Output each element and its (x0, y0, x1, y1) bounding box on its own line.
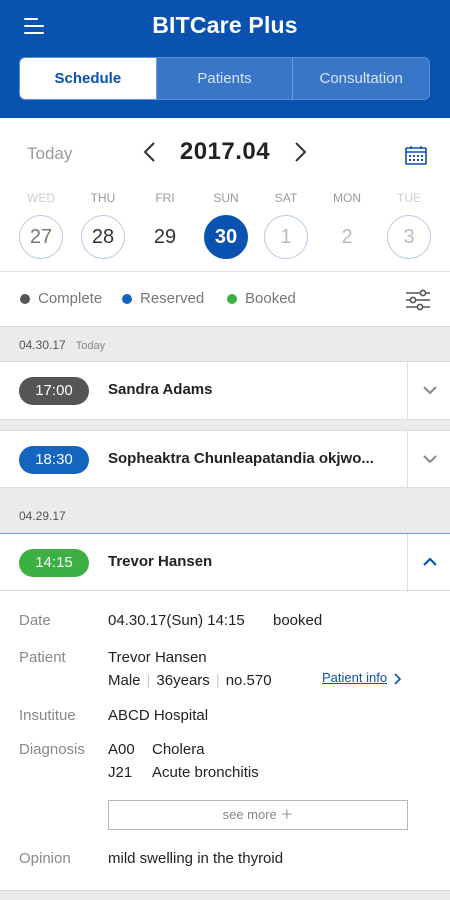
calendar-icon[interactable] (405, 145, 427, 165)
section-date-sub: Today (75, 340, 106, 352)
day-of-week: TUE (397, 191, 421, 205)
chevron-right-icon[interactable] (393, 672, 402, 690)
app-title: BITCare Plus (152, 12, 298, 38)
day-of-week: SUN (213, 191, 239, 205)
appointment-patient-name: Trevor Hansen (108, 553, 213, 570)
legend-label: Complete (38, 290, 103, 307)
expand-chevron-down-icon[interactable] (407, 431, 450, 489)
status-legend: Complete Reserved Booked (0, 272, 450, 326)
legend-booked: Booked (227, 290, 296, 307)
today-button[interactable]: Today (27, 144, 72, 164)
day-sat-1[interactable]: SAT 1 (258, 190, 314, 259)
expand-chevron-down-icon[interactable] (407, 362, 450, 420)
bottom-divider (0, 890, 450, 900)
diagnosis-description: Acute bronchitis (152, 764, 259, 781)
patient-number: no.570 (225, 672, 272, 689)
appointment-detail: Date 04.30.17(Sun) 14:15 booked Patient … (0, 592, 450, 888)
row-gap (0, 420, 450, 430)
patient-sex: Male (108, 672, 141, 689)
patient-age: 36years (156, 672, 210, 689)
section-date: 04.29.17 (19, 509, 66, 523)
day-of-week: FRI (155, 191, 175, 205)
day-number: 3 (387, 215, 431, 259)
date-section-header: 04.30.17 Today (0, 326, 450, 362)
appointment-patient-name: Sandra Adams (108, 381, 213, 398)
complete-dot-icon (20, 293, 30, 304)
booked-dot-icon (227, 293, 237, 304)
detail-label: Opinion (19, 850, 71, 867)
patient-info-link[interactable]: Patient info (322, 670, 387, 685)
detail-status: booked (273, 612, 323, 629)
appointment-row[interactable]: 17:00 Sandra Adams (0, 362, 450, 420)
diagnosis-code: J21 (108, 764, 133, 781)
day-mon-2[interactable]: MON 2 (319, 190, 375, 259)
see-more-button[interactable]: see more ＋ (108, 800, 408, 830)
prev-month-chevron-icon[interactable] (140, 140, 160, 164)
tab-consultation[interactable]: Consultation (292, 58, 429, 99)
day-number: 28 (81, 215, 125, 259)
detail-label: Insutitue (19, 707, 76, 724)
main-tabs: Schedule Patients Consultation (19, 57, 430, 100)
day-of-week: WED (27, 191, 55, 205)
detail-date-value: 04.30.17(Sun) 14:15 (108, 612, 245, 629)
detail-label: Date (19, 612, 51, 629)
next-month-chevron-icon[interactable] (290, 140, 310, 164)
day-of-week: SAT (274, 191, 298, 205)
detail-label: Diagnosis (19, 741, 85, 758)
collapse-chevron-up-icon[interactable] (407, 534, 450, 592)
app-header: BITCare Plus Schedule Patients Consultat… (0, 0, 450, 118)
day-thu-28[interactable]: THU 28 (75, 190, 131, 259)
appointment-patient-name: Sopheaktra Chunleapatandia okjwo... (108, 450, 374, 467)
filter-sliders-icon[interactable] (405, 289, 431, 311)
legend-reserved: Reserved (122, 290, 204, 307)
day-number: 27 (19, 215, 63, 259)
legend-label: Booked (245, 290, 296, 307)
day-wed-27[interactable]: WED 27 (13, 190, 69, 259)
detail-institute-value: ABCD Hospital (108, 707, 209, 724)
appointment-row[interactable]: 18:30 Sopheaktra Chunleapatandia okjwo..… (0, 430, 450, 489)
day-fri-29[interactable]: FRI 29 (137, 190, 193, 259)
tab-schedule[interactable]: Schedule (20, 58, 156, 99)
diagnosis-code: A00 (108, 741, 135, 758)
appointment-row-expanded[interactable]: 14:15 Trevor Hansen (0, 533, 450, 592)
current-month: 2017.04 (179, 138, 271, 165)
detail-patient-name: Trevor Hansen (108, 649, 207, 666)
day-number: 2 (341, 226, 353, 248)
detail-label: Patient (19, 649, 66, 666)
legend-label: Reserved (140, 290, 205, 307)
day-number: 29 (153, 226, 177, 248)
appointment-time-badge: 14:15 (19, 549, 89, 577)
day-sun-30[interactable]: SUN 30 (198, 190, 254, 259)
reserved-dot-icon (122, 293, 132, 304)
day-number-selected: 30 (204, 215, 248, 259)
detail-opinion-value: mild swelling in the thyroid (108, 850, 284, 867)
tab-patients[interactable]: Patients (155, 58, 293, 99)
day-tue-3[interactable]: TUE 3 (381, 190, 437, 259)
day-strip: WED 27 THU 28 FRI 29 SUN 30 SAT 1 MON 2 … (0, 190, 450, 272)
day-of-week: MON (333, 191, 361, 205)
legend-complete: Complete (20, 290, 102, 307)
appointment-time-badge: 18:30 (19, 446, 89, 474)
day-of-week: THU (90, 191, 116, 205)
month-navigation: Today 2017.04 (0, 118, 450, 190)
patient-meta: Male | 36years | no.570 (108, 672, 272, 689)
day-number: 1 (264, 215, 308, 259)
row-gap (0, 488, 450, 498)
date-section-header: 04.29.17 (0, 498, 450, 534)
diagnosis-description: Cholera (152, 741, 205, 758)
appointment-time-badge: 17:00 (19, 377, 89, 405)
section-date: 04.30.17 (19, 338, 66, 352)
